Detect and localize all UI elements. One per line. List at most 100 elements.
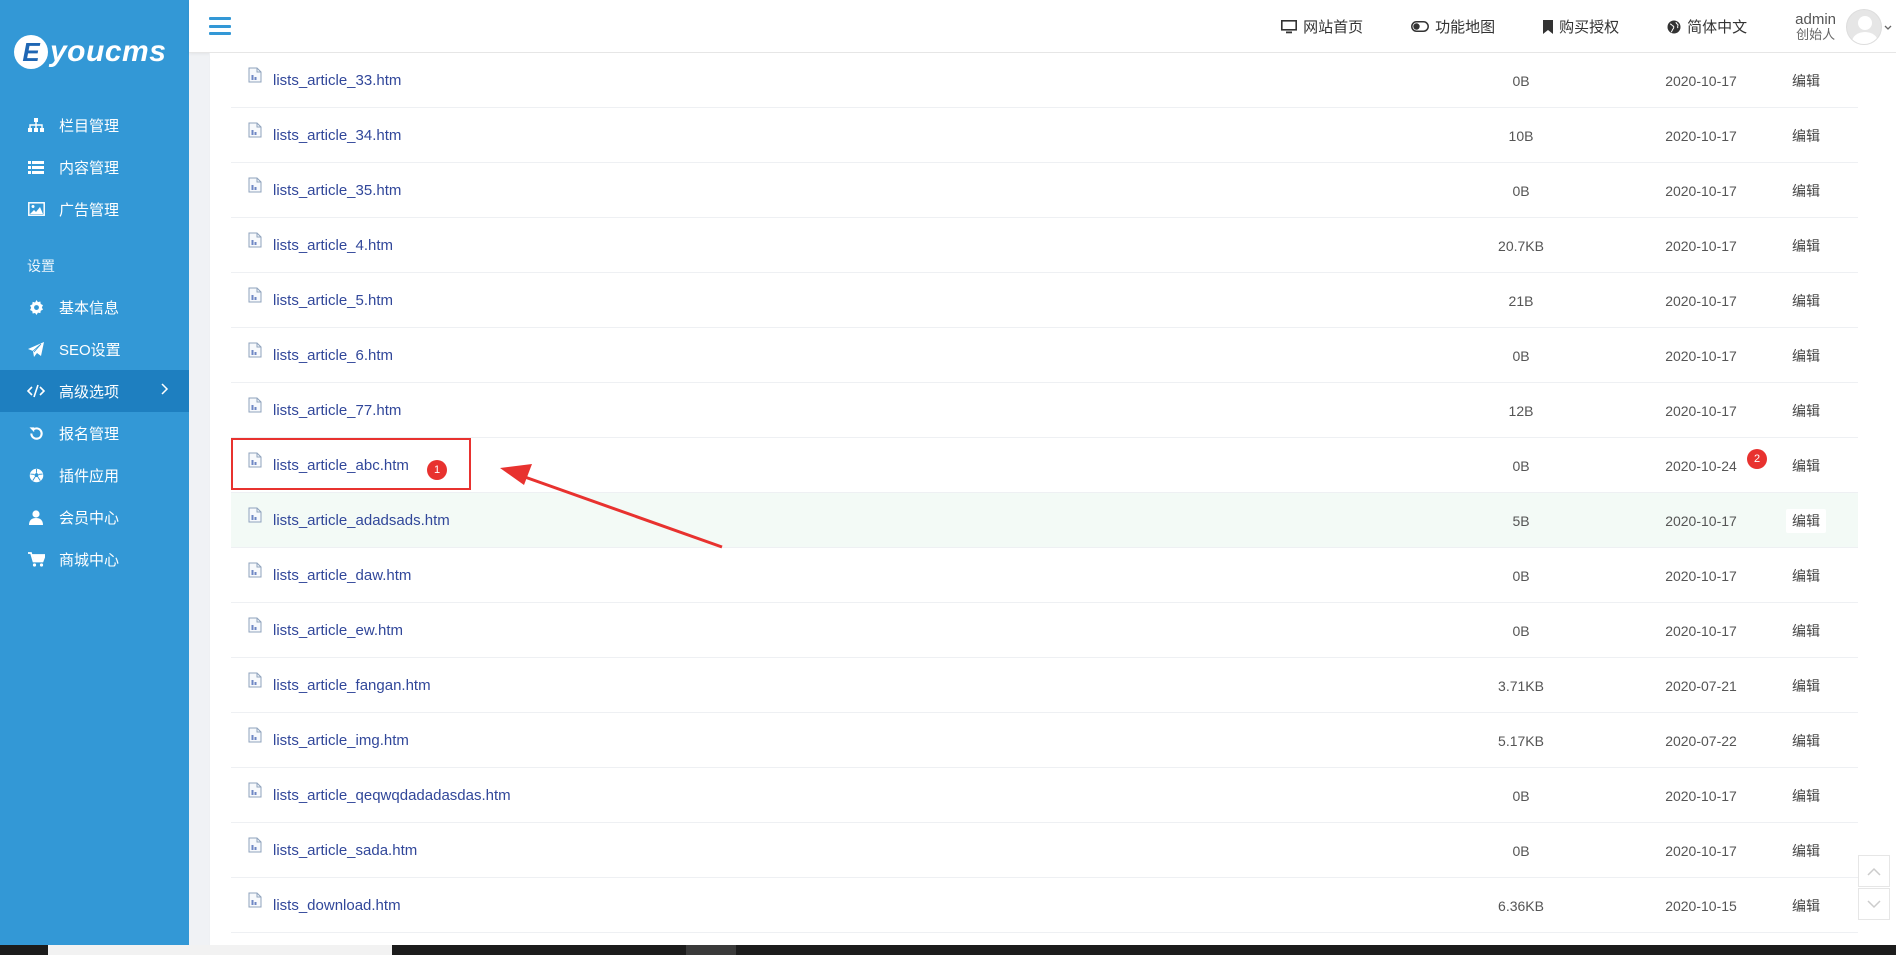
file-date: 2020-10-17 [1665, 72, 1737, 89]
edit-button[interactable]: 编辑 [1786, 729, 1826, 753]
top-link-buy-license[interactable]: 购买授权 [1543, 16, 1619, 37]
file-date: 2020-10-17 [1665, 567, 1737, 584]
user-name: admin [1795, 10, 1836, 28]
sidebar-item-seo[interactable]: SEO设置 [0, 328, 189, 370]
edit-button[interactable]: 编辑 [1786, 454, 1826, 478]
file-name-link[interactable]: lists_article_ew.htm [248, 603, 403, 658]
chevron-down-icon[interactable] [1884, 20, 1892, 34]
file-size: 0B [1512, 787, 1530, 804]
sidebar-item-column-management[interactable]: 栏目管理 [0, 104, 189, 146]
file-name: lists_article_daw.htm [273, 567, 412, 584]
edit-button[interactable]: 编辑 [1786, 124, 1826, 148]
file-size: 3.71KB [1498, 677, 1544, 694]
sidebar-item-basic-info[interactable]: 基本信息 [0, 286, 189, 328]
file-name-link[interactable]: lists_article_fangan.htm [248, 658, 431, 713]
file-name-link[interactable]: lists_article_img.htm [248, 713, 409, 768]
file-name-link[interactable]: lists_article_adadsads.htm [248, 493, 450, 548]
sidebar-item-ad-management[interactable]: 广告管理 [0, 188, 189, 230]
table-row: lists_article_77.htm 12B 2020-10-17 编辑 [231, 383, 1858, 438]
menu-toggle-icon[interactable] [209, 17, 231, 35]
logo[interactable]: E youcms [0, 0, 189, 104]
file-name-link[interactable]: lists_article_34.htm [248, 108, 401, 163]
file-name-link[interactable]: lists_article_6.htm [248, 328, 393, 383]
sidebar-item-content-management[interactable]: 内容管理 [0, 146, 189, 188]
edit-cell: 编辑 [1776, 328, 1836, 383]
gear-icon [27, 298, 45, 316]
top-link-label: 功能地图 [1435, 19, 1496, 36]
edit-button[interactable]: 编辑 [1786, 564, 1826, 588]
top-link-function-map[interactable]: 功能地图 [1411, 16, 1495, 37]
sidebar-item-advanced[interactable]: 高级选项 [0, 370, 189, 412]
table-row: lists_article_33.htm 0B 2020-10-17 编辑 [231, 53, 1858, 108]
cart-icon [27, 550, 45, 568]
edit-button[interactable]: 编辑 [1786, 289, 1826, 313]
file-date: 2020-10-17 [1665, 182, 1737, 199]
table-row: lists_article_5.htm 21B 2020-10-17 编辑 [231, 273, 1858, 328]
sidebar-item-label: 会员中心 [59, 509, 120, 527]
edit-button[interactable]: 编辑 [1786, 784, 1826, 808]
sidebar-item-shop-center[interactable]: 商城中心 [0, 538, 189, 580]
sidebar-item-plugins[interactable]: 插件应用 [0, 454, 189, 496]
sidebar-item-member-center[interactable]: 会员中心 [0, 496, 189, 538]
file-date: 2020-10-17 [1665, 127, 1737, 144]
scroll-down-button[interactable] [1858, 888, 1890, 920]
sidebar-item-label: 商城中心 [59, 551, 120, 569]
file-name-link[interactable]: lists_article_35.htm [248, 163, 401, 218]
top-link-language[interactable]: 简体中文 [1667, 16, 1747, 37]
edit-button[interactable]: 编辑 [1786, 508, 1826, 533]
file-icon [248, 727, 264, 745]
file-size: 0B [1512, 567, 1530, 584]
sidebar-item-label: 插件应用 [59, 467, 120, 485]
edit-button[interactable]: 编辑 [1786, 619, 1826, 643]
sidebar-item-label: 报名管理 [59, 425, 120, 443]
file-name-link[interactable]: lists_article_qeqwqdadadasdas.htm [248, 768, 511, 823]
taskbar-active-app[interactable] [686, 945, 736, 955]
file-name: lists_article_qeqwqdadadasdas.htm [273, 787, 511, 804]
file-name: lists_article_img.htm [273, 732, 409, 749]
file-name-link[interactable]: lists_article_daw.htm [248, 548, 411, 603]
edit-cell: 编辑 [1776, 878, 1836, 933]
edit-button[interactable]: 编辑 [1786, 894, 1826, 918]
table-row: lists_article_adadsads.htm 5B 2020-10-17 编辑 [231, 493, 1858, 548]
edit-button[interactable]: 编辑 [1786, 69, 1826, 93]
file-name-link[interactable]: lists_article_sada.htm [248, 823, 417, 878]
edit-button[interactable]: 编辑 [1786, 399, 1826, 423]
edit-cell: 编辑 [1776, 163, 1836, 218]
file-date: 2020-07-22 [1665, 732, 1737, 749]
edit-cell: 编辑 [1776, 713, 1836, 768]
top-bar: 网站首页 功能地图 购买授权 简体中文 admin 创始人 [189, 0, 1896, 53]
edit-button[interactable]: 编辑 [1786, 839, 1826, 863]
top-link-label: 网站首页 [1303, 19, 1364, 36]
taskbar-search-box[interactable] [48, 945, 392, 955]
file-size: 6.36KB [1498, 897, 1544, 914]
user-menu[interactable]: admin 创始人 [1795, 8, 1892, 45]
file-name-link[interactable]: lists_article_33.htm [248, 53, 401, 108]
file-name-link[interactable]: lists_article_5.htm [248, 273, 393, 328]
top-link-home[interactable]: 网站首页 [1281, 16, 1363, 37]
file-name: lists_article_adadsads.htm [273, 512, 450, 529]
file-date: 2020-10-17 [1665, 292, 1737, 309]
edit-button[interactable]: 编辑 [1786, 179, 1826, 203]
sidebar: E youcms 栏目管理 内容管理 广告管理 设置 基本信息 SEO设置 高级… [0, 0, 189, 945]
file-date: 2020-10-17 [1665, 622, 1737, 639]
top-link-label: 简体中文 [1687, 19, 1748, 36]
sidebar-item-registration[interactable]: 报名管理 [0, 412, 189, 454]
file-name: lists_article_33.htm [273, 72, 402, 89]
edit-button[interactable]: 编辑 [1786, 674, 1826, 698]
file-table: lists_article_33.htm 0B 2020-10-17 编辑 lists_… [231, 53, 1858, 933]
edit-cell: 编辑 [1776, 108, 1836, 163]
file-icon [248, 562, 264, 580]
file-name-link[interactable]: lists_download.htm [248, 878, 401, 933]
file-date: 2020-10-17 [1665, 842, 1737, 859]
file-icon [248, 232, 264, 250]
scroll-up-button[interactable] [1858, 855, 1890, 887]
avatar[interactable] [1846, 8, 1882, 45]
edit-button[interactable]: 编辑 [1786, 234, 1826, 258]
file-name: lists_article_4.htm [273, 237, 394, 254]
refresh-icon [27, 424, 45, 442]
file-name-link[interactable]: lists_article_77.htm [248, 383, 401, 438]
file-name-link[interactable]: lists_article_4.htm [248, 218, 393, 273]
file-date: 2020-10-17 [1665, 402, 1737, 419]
user-info: admin 创始人 [1795, 12, 1836, 42]
edit-button[interactable]: 编辑 [1786, 344, 1826, 368]
